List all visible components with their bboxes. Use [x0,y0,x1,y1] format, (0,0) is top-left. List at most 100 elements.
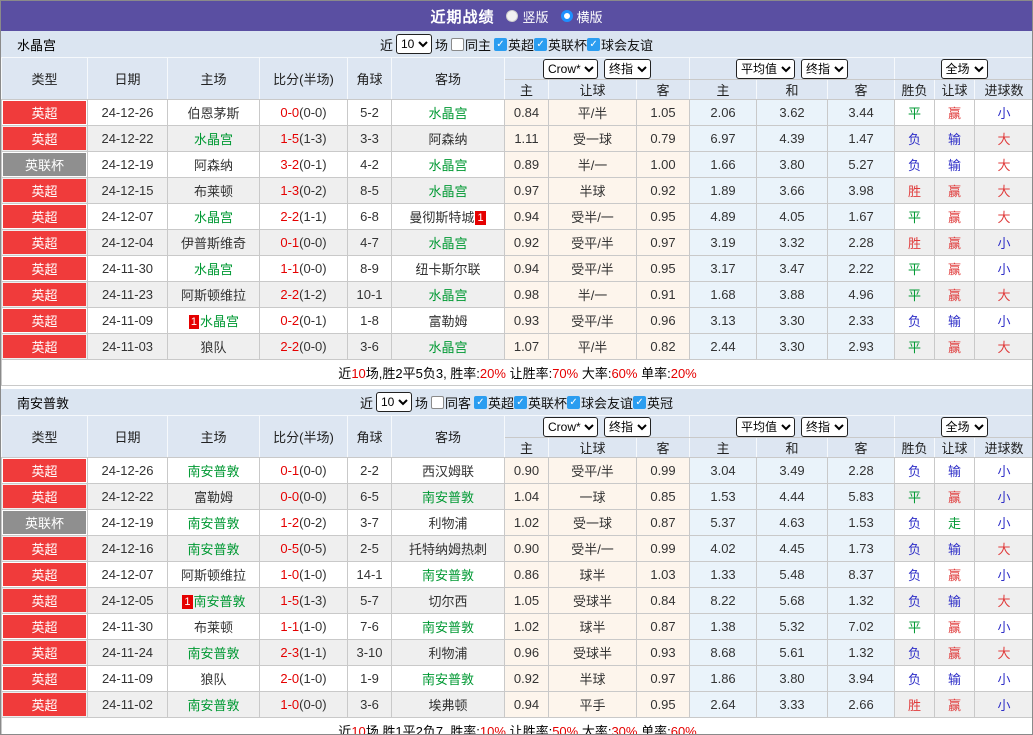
away-team[interactable]: 托特纳姆热刺 [391,535,505,562]
header-select-0-1[interactable]: 终指 [604,416,651,437]
home-team[interactable]: 伯恩茅斯 [167,99,260,126]
away-team[interactable]: 利物浦 [391,639,505,666]
home-team[interactable]: 阿斯顿维拉 [167,561,260,588]
away-team[interactable]: 南安普敦 [391,665,505,692]
away-team[interactable]: 南安普敦 [391,483,505,510]
result-verdict: 胜 [894,229,936,256]
goals-verdict: 小 [974,509,1032,536]
home-team[interactable]: 南安普敦 [167,535,260,562]
header-select-1-1[interactable]: 终指 [801,58,849,79]
score-cell: 1-1(0-0) [259,255,348,282]
avg-home-odds: 4.89 [689,203,758,230]
avg-away-odds: 8.37 [827,561,896,588]
away-team[interactable]: 水晶宫 [391,281,505,308]
away-team[interactable]: 埃弗顿 [391,691,505,718]
header-select-0-0[interactable]: Crow* [543,58,598,79]
home-team[interactable]: 水晶宫 [167,203,260,230]
home-team[interactable]: 南安普敦 [167,691,260,718]
home-team[interactable]: 1 水晶宫 [167,307,260,334]
league-filter-1[interactable]: ✓ 英联杯 [534,35,587,54]
layout-option-vertical[interactable]: 竖版 [506,7,549,26]
score-cell: 1-5(1-3) [259,587,348,614]
corner-count: 5-2 [347,99,392,126]
away-team[interactable]: 水晶宫 [391,177,505,204]
home-team[interactable]: 水晶宫 [167,255,260,282]
corner-count: 4-7 [347,229,392,256]
radio-unselected-icon[interactable] [506,10,519,22]
header-select-2-0[interactable]: 全场 [940,58,988,79]
sub-column-header: 让球 [548,437,637,458]
away-team[interactable]: 水晶宫 [391,99,505,126]
away-team[interactable]: 纽卡斯尔联 [391,255,505,282]
filter-controls: 近 10 场 同客 ✓ 英超 ✓ 英联杯 ✓ 球会友谊 ✓ 英冠 [360,392,673,412]
result-verdict: 负 [894,639,936,666]
away-team[interactable]: 西汉姆联 [391,457,505,484]
header-select-0-1[interactable]: 终指 [604,58,651,79]
avg-draw-odds: 5.48 [756,561,829,588]
league-filter-2[interactable]: ✓ 球会友谊 [567,393,633,412]
column-header: 日期 [87,57,168,100]
header-select-0-0[interactable]: Crow* [543,416,598,437]
checkbox-icon[interactable]: ✓ [473,395,487,409]
home-team[interactable]: 阿斯顿维拉 [167,281,260,308]
league-filter-3[interactable]: ✓ 英冠 [633,393,673,412]
home-team[interactable]: 狼队 [167,333,260,360]
match-count-select[interactable]: 10 [375,392,412,412]
avg-draw-odds: 3.80 [756,151,829,178]
home-team[interactable]: 伊普斯维奇 [167,229,260,256]
league-filter-1[interactable]: ✓ 英联杯 [514,393,567,412]
home-team[interactable]: 南安普敦 [167,509,260,536]
header-select-1-1[interactable]: 终指 [801,416,849,437]
checkbox-icon[interactable]: ✓ [514,395,527,409]
checkbox-icon[interactable]: ✓ [567,395,581,409]
home-team[interactable]: 南安普敦 [167,457,260,484]
league-filter-0[interactable]: ✓ 英超 [473,393,514,412]
home-team[interactable]: 布莱顿 [167,613,260,640]
home-team[interactable]: 狼队 [167,665,260,692]
away-team[interactable]: 曼彻斯特城 1 [391,203,505,230]
home-team[interactable]: 水晶宫 [167,125,260,152]
same-venue-checkbox[interactable] [450,37,464,51]
league-type-cell: 英超 [1,483,88,510]
halftime-score: (0-0) [299,463,327,478]
header-select-1-0[interactable]: 平均值 [736,416,796,437]
checkbox-icon[interactable]: ✓ [494,37,507,51]
away-team[interactable]: 切尔西 [391,587,505,614]
away-team[interactable]: 水晶宫 [391,151,505,178]
header-select-1-0[interactable]: 平均值 [736,58,796,79]
same-venue-filter[interactable]: 同客 [430,393,471,412]
same-venue-checkbox[interactable] [430,395,444,409]
home-team[interactable]: 阿森纳 [167,151,260,178]
column-header: 客场 [391,415,505,458]
league-type-cell: 英超 [1,691,88,718]
header-select-2-0[interactable]: 全场 [940,416,988,437]
team-name-text: 伯恩茅斯 [187,106,240,121]
away-team[interactable]: 利物浦 [391,509,505,536]
away-team[interactable]: 阿森纳 [391,125,505,152]
layout-option-horizontal[interactable]: 横版 [560,7,603,26]
checkbox-icon[interactable]: ✓ [534,37,548,51]
home-team[interactable]: 南安普敦 [167,639,260,666]
away-team[interactable]: 南安普敦 [391,561,505,588]
match-count-select[interactable]: 10 [395,34,432,54]
away-team[interactable]: 富勒姆 [391,307,505,334]
section-team-name: 南安普敦 [17,395,70,411]
crow-handicap: 球半 [548,561,637,588]
avg-home-odds: 8.22 [689,587,758,614]
away-team[interactable]: 水晶宫 [391,333,505,360]
table-row: 英超 24-11-30 水晶宫 1-1(0-0) 8-9 纽卡斯尔联 0.94 … [1,255,1032,282]
league-filter-2[interactable]: ✓ 球会友谊 [587,35,653,54]
same-venue-filter[interactable]: 同主 [450,35,491,54]
league-filter-0[interactable]: ✓ 英超 [494,35,534,54]
checkbox-icon[interactable]: ✓ [587,37,601,51]
table-row: 英超 24-11-09 1 水晶宫 0-2(0-1) 1-8 富勒姆 0.93 受… [1,307,1032,334]
checkbox-icon[interactable]: ✓ [633,395,647,409]
away-team[interactable]: 水晶宫 [391,229,505,256]
away-team[interactable]: 南安普敦 [391,613,505,640]
score-cell: 0-5(0-5) [259,535,348,562]
team-name-text: 布莱顿 [193,620,233,635]
home-team[interactable]: 富勒姆 [167,483,260,510]
home-team[interactable]: 布莱顿 [167,177,260,204]
radio-selected-icon[interactable] [560,10,573,22]
home-team[interactable]: 1 南安普敦 [167,587,260,614]
